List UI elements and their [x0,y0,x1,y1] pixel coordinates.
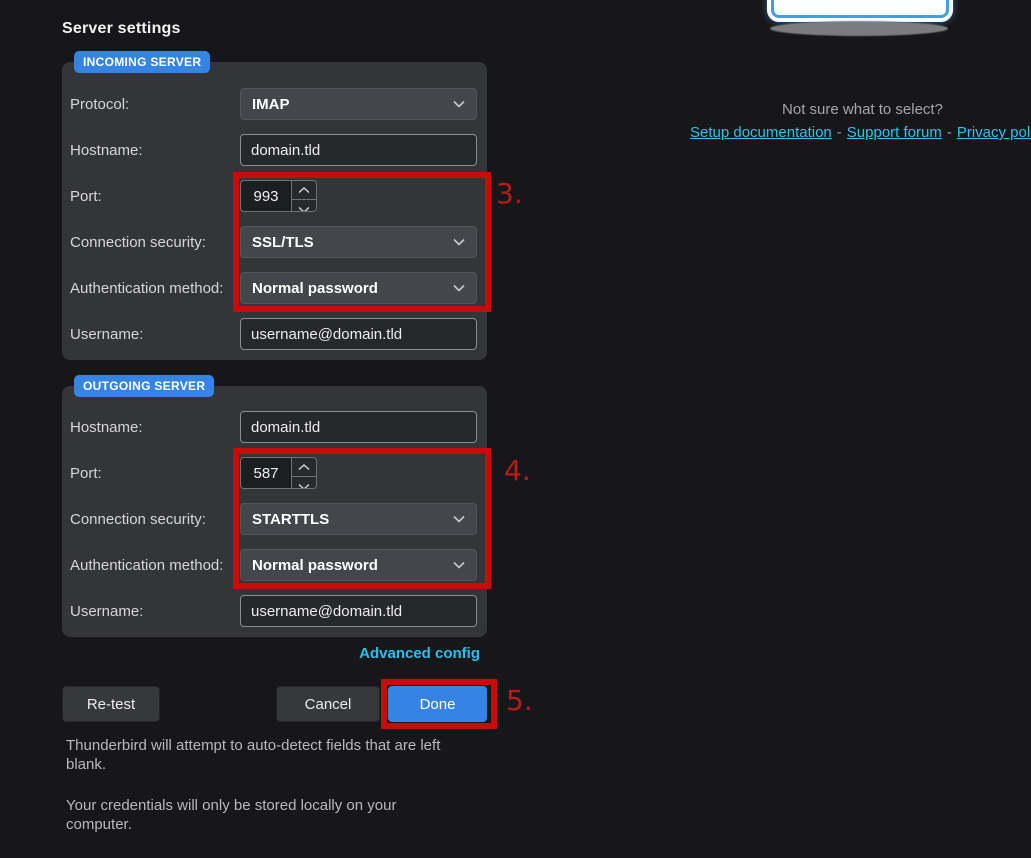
chevron-up-icon [298,181,310,199]
chevron-down-icon [453,100,465,108]
incoming-username-input[interactable] [240,318,477,350]
incoming-port-input[interactable] [240,180,292,212]
incoming-security-value: SSL/TLS [252,234,314,251]
outgoing-username-input[interactable] [240,595,477,627]
auth-method-label: Authentication method: [70,280,240,297]
incoming-hostname-input[interactable] [240,134,477,166]
annotation-number-3: 3. [496,177,523,210]
help-links: Setup documentation-Support forum-Privac… [690,124,1031,141]
auth-method-row: Authentication method: Normal password [70,272,477,304]
port-label: Port: [70,188,240,205]
protocol-row: Protocol: IMAP [70,88,477,120]
annotation-number-5: 5. [506,684,533,717]
chevron-down-icon [298,477,310,489]
privacy-policy-link[interactable]: Privacy policy [957,124,1031,141]
advanced-config-link[interactable]: Advanced config [359,645,480,662]
outgoing-server-panel: OUTGOING SERVER Hostname: Port: [62,386,487,637]
auth-method-label: Authentication method: [70,557,240,574]
outgoing-server-badge: OUTGOING SERVER [74,375,214,397]
outgoing-port-input[interactable] [240,457,292,489]
device-illustration-screen [771,0,949,18]
chevron-down-icon [453,238,465,246]
help-heading: Not sure what to select? [690,101,1031,118]
device-illustration [767,0,953,22]
connection-security-row: Connection security: STARTTLS [70,503,477,535]
device-illustration-shadow [770,21,948,36]
outgoing-auth-select[interactable]: Normal password [240,549,477,581]
outgoing-port-spinner [240,457,318,489]
incoming-server-panel: INCOMING SERVER Protocol: IMAP Hostname:… [62,62,487,360]
connection-security-label: Connection security: [70,234,240,251]
port-row: Port: [70,180,477,212]
chevron-down-icon [453,561,465,569]
port-decrement-button[interactable] [292,200,316,212]
page-title: Server settings [62,20,181,38]
username-row: Username: [70,595,477,627]
chevron-down-icon [298,200,310,212]
auth-method-row: Authentication method: Normal password [70,549,477,581]
username-row: Username: [70,318,477,350]
port-label: Port: [70,465,240,482]
hostname-label: Hostname: [70,142,240,159]
port-row: Port: [70,457,477,489]
port-increment-button[interactable] [292,181,316,200]
chevron-down-icon [453,284,465,292]
annotation-number-4: 4. [504,454,531,487]
note-autodetect: Thunderbird will attempt to auto-detect … [66,736,458,774]
hostname-row: Hostname: [70,134,477,166]
chevron-down-icon [453,515,465,523]
username-label: Username: [70,603,240,620]
incoming-auth-value: Normal password [252,280,378,297]
retest-button[interactable]: Re-test [62,686,160,722]
notes: Thunderbird will attempt to auto-detect … [66,736,458,856]
protocol-value: IMAP [252,96,290,113]
connection-security-row: Connection security: SSL/TLS [70,226,477,258]
incoming-server-badge: INCOMING SERVER [74,51,210,73]
incoming-security-select[interactable]: SSL/TLS [240,226,477,258]
port-decrement-button[interactable] [292,477,316,489]
done-button[interactable]: Done [388,686,487,722]
port-increment-button[interactable] [292,458,316,477]
link-separator: - [947,124,952,141]
connection-security-label: Connection security: [70,511,240,528]
incoming-port-spinner [240,180,318,212]
advanced-config-container: Advanced config [62,645,480,663]
incoming-auth-select[interactable]: Normal password [240,272,477,304]
setup-documentation-link[interactable]: Setup documentation [690,124,832,141]
hostname-row: Hostname: [70,411,477,443]
protocol-label: Protocol: [70,96,240,113]
username-label: Username: [70,326,240,343]
protocol-select[interactable]: IMAP [240,88,477,120]
hostname-label: Hostname: [70,419,240,436]
help-block: Not sure what to select? Setup documenta… [690,101,1031,141]
support-forum-link[interactable]: Support forum [847,124,942,141]
outgoing-security-value: STARTTLS [252,511,329,528]
link-separator: - [837,124,842,141]
outgoing-security-select[interactable]: STARTTLS [240,503,477,535]
outgoing-auth-value: Normal password [252,557,378,574]
chevron-up-icon [298,458,310,476]
outgoing-hostname-input[interactable] [240,411,477,443]
note-credentials: Your credentials will only be stored loc… [66,796,458,834]
cancel-button[interactable]: Cancel [276,686,380,722]
